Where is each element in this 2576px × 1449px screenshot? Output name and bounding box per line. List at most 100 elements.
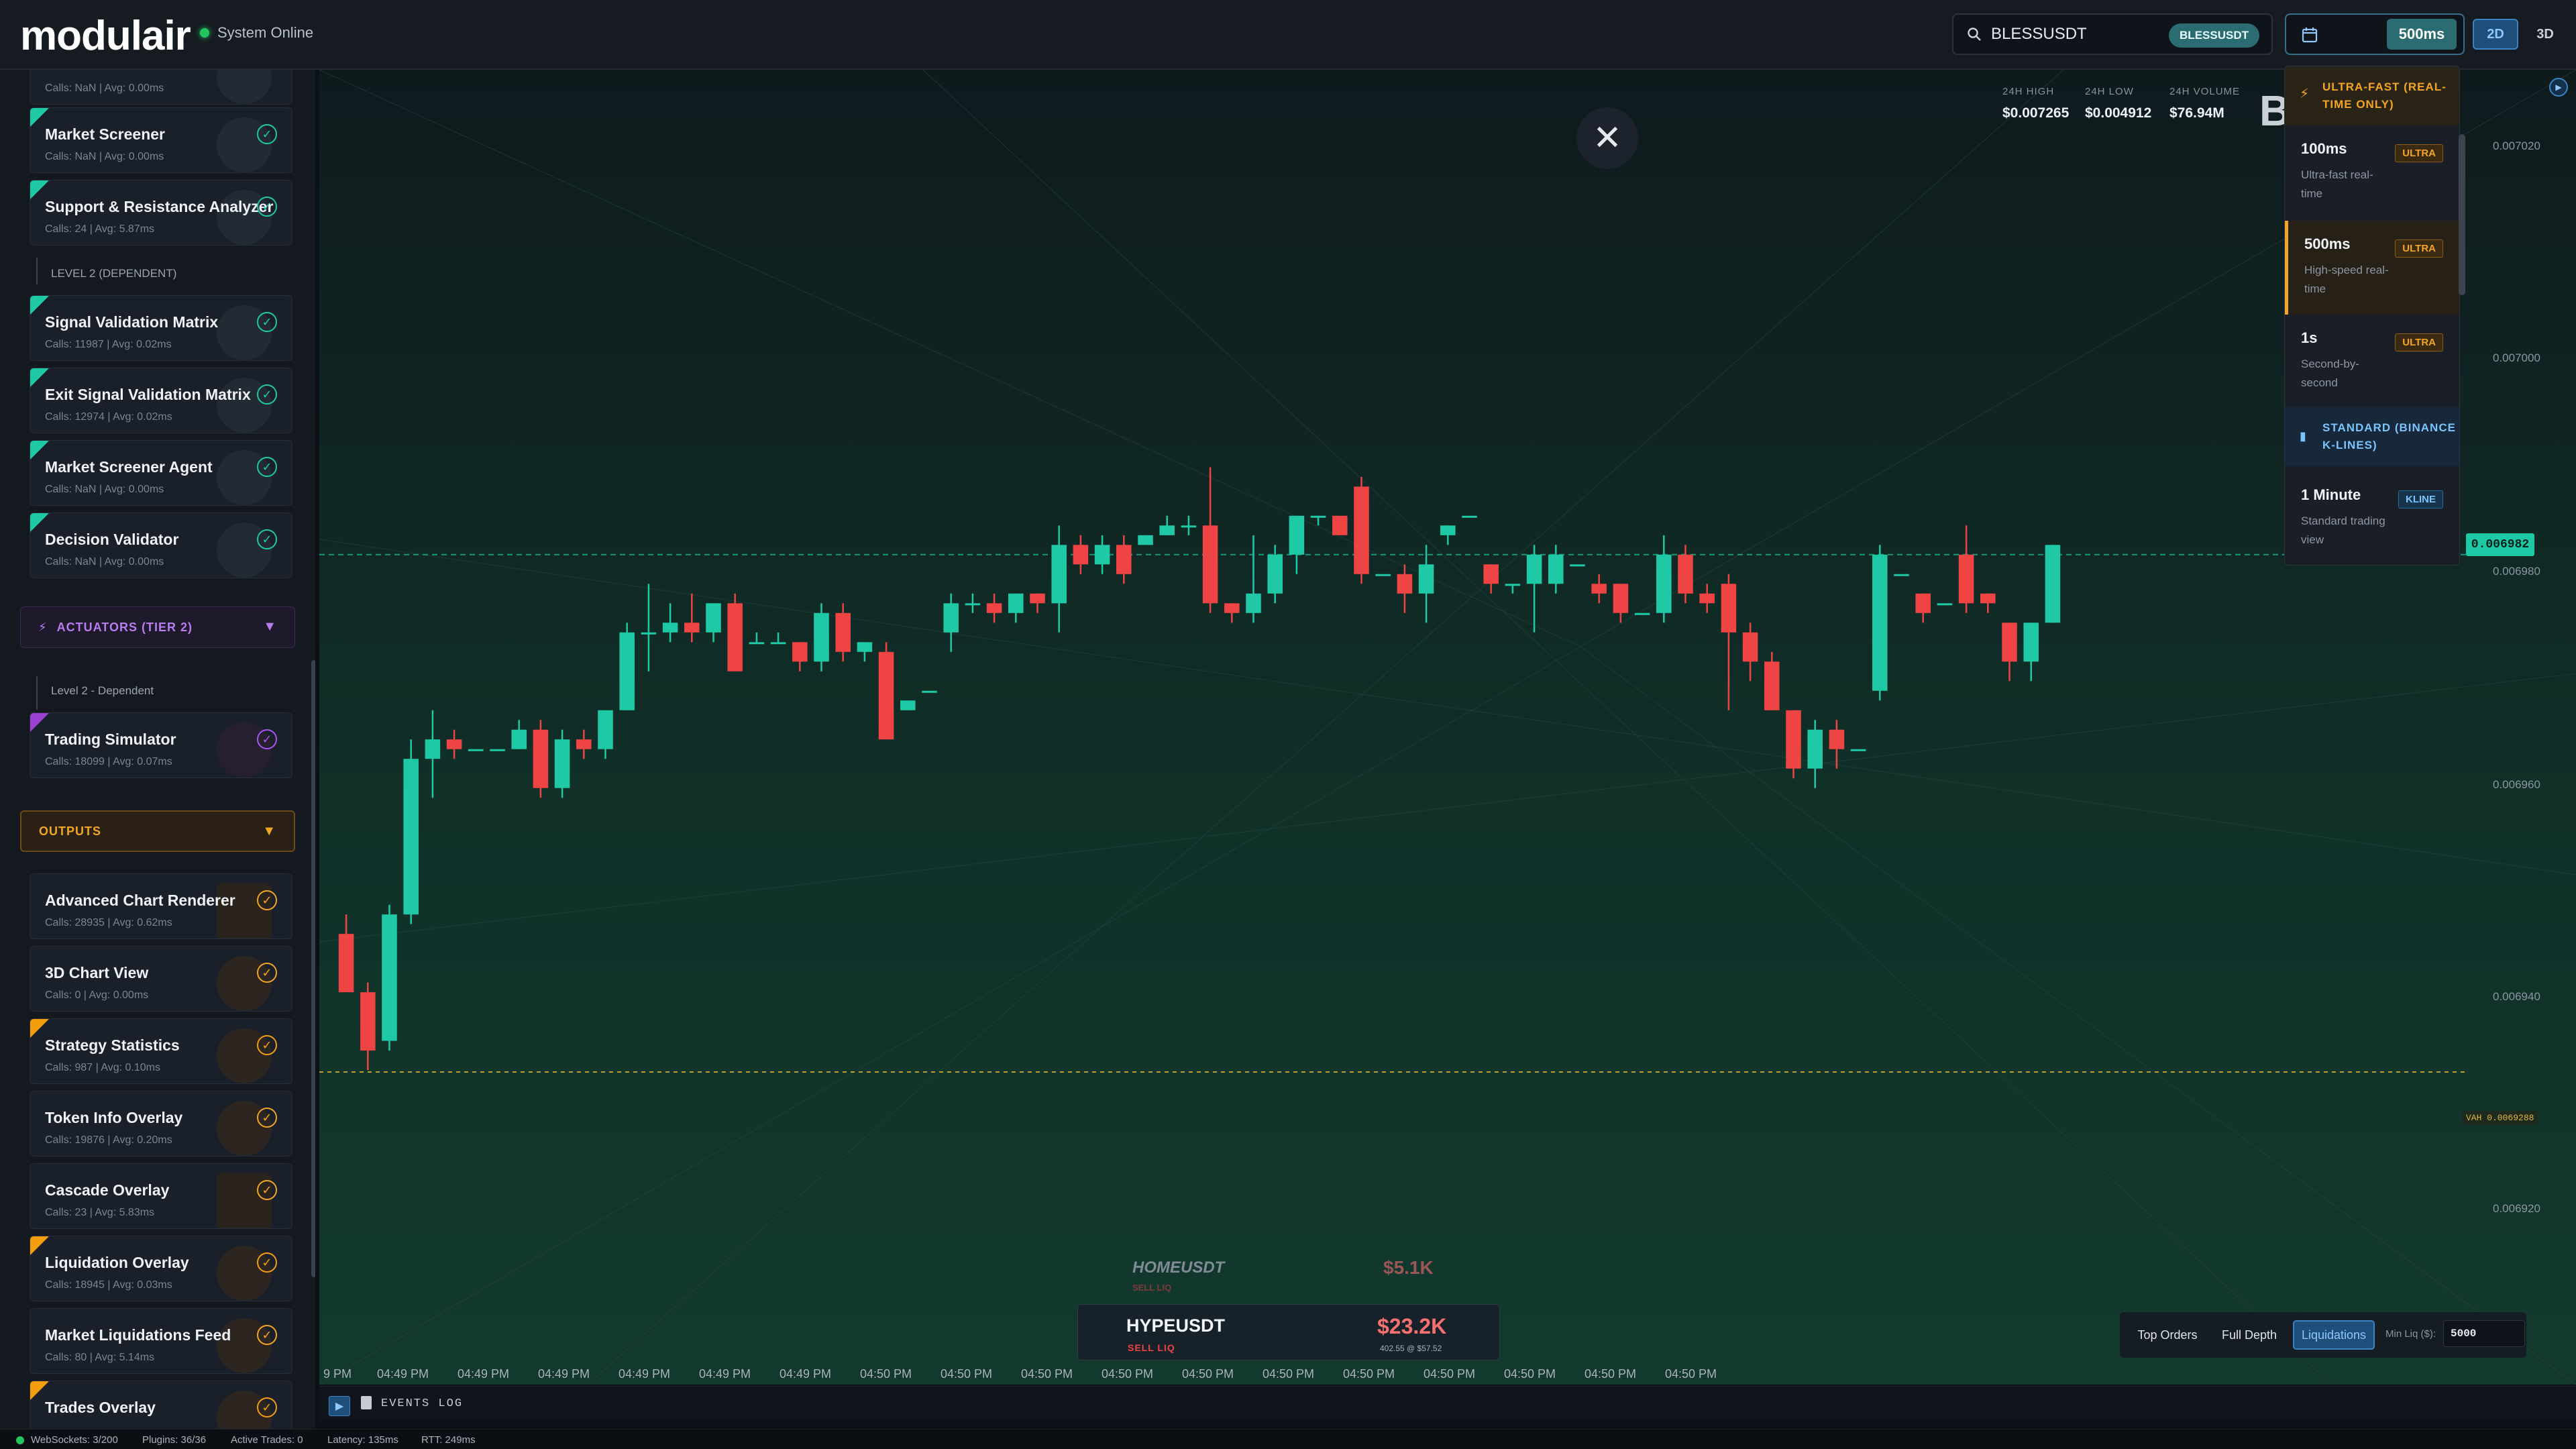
timeframe-option-500ms[interactable]: 500ms High-speed real-time ULTRA xyxy=(2285,221,2459,315)
check-icon[interactable]: ✓ xyxy=(257,890,277,910)
plugin-card[interactable]: Calls: NaN | Avg: 0.00ms xyxy=(30,70,292,105)
close-button[interactable]: ✕ xyxy=(1576,107,1638,169)
check-icon[interactable]: ✓ xyxy=(257,1325,277,1345)
plugin-card-signal-validation[interactable]: Signal Validation Matrix Calls: 11987 | … xyxy=(30,295,292,361)
plugin-card-title: 3D Chart View xyxy=(45,964,149,981)
plugin-card-market-screener-agent[interactable]: Market Screener Agent Calls: NaN | Avg: … xyxy=(30,440,292,506)
stat-label: 24H VOLUME xyxy=(2169,86,2241,97)
min-liq-input[interactable]: 5000 xyxy=(2443,1320,2525,1347)
level-label: LEVEL 2 (DEPENDENT) xyxy=(51,267,177,280)
events-log-bar[interactable]: ▶ EVENTS LOG xyxy=(319,1386,2576,1421)
chart-area[interactable]: ✕ xyxy=(319,70,2576,1385)
perspective-grid-line xyxy=(587,70,2064,1385)
timeframe-option-100ms[interactable]: 100ms Ultra-fast real-time ULTRA xyxy=(2285,125,2459,219)
option-tag: ULTRA xyxy=(2395,333,2443,352)
plugin-card-market-liquidations-feed[interactable]: Market Liquidations Feed Calls: 80 | Avg… xyxy=(30,1308,292,1374)
candle-body xyxy=(1742,632,1758,662)
candle-body xyxy=(706,603,721,633)
liquidation-card[interactable]: HYPEUSDT SELL LIQ $23.2K 402.55 @ $57.52 xyxy=(1077,1304,1500,1360)
candle-body xyxy=(338,934,354,993)
y-axis-tick: 0.006980 xyxy=(2493,565,2540,578)
plugin-card-meta: Calls: 18099 | Avg: 0.07ms xyxy=(45,756,172,767)
plugin-card-support-resistance[interactable]: Support & Resistance Analyzer Calls: 24 … xyxy=(30,180,292,246)
timeframe-option-1s[interactable]: 1s Second-by-second ULTRA xyxy=(2285,315,2459,409)
candle-body xyxy=(1591,584,1607,594)
plugin-card-3d-chart-view[interactable]: 3D Chart View Calls: 0 | Avg: 0.00ms ✓ xyxy=(30,946,292,1012)
tree-connector xyxy=(36,676,38,710)
check-icon[interactable]: ✓ xyxy=(257,729,277,749)
view-2d-button[interactable]: 2D xyxy=(2473,19,2518,50)
plugin-card-token-info-overlay[interactable]: Token Info Overlay Calls: 19876 | Avg: 0… xyxy=(30,1091,292,1157)
plugin-card-trading-simulator[interactable]: Trading Simulator Calls: 18099 | Avg: 0.… xyxy=(30,712,292,778)
plugin-card-meta: Calls: 18945 | Avg: 0.03ms xyxy=(45,1279,172,1291)
check-icon[interactable]: ✓ xyxy=(257,1108,277,1128)
candle-body xyxy=(360,992,376,1051)
timeframe-value-button[interactable]: 500ms xyxy=(2387,19,2457,50)
status-text: System Online xyxy=(217,24,314,41)
candle-body xyxy=(965,603,981,606)
plugin-card-cascade-overlay[interactable]: Cascade Overlay Calls: 23 | Avg: 5.83ms … xyxy=(30,1163,292,1229)
plugin-card-title: Signal Validation Matrix xyxy=(45,313,219,331)
plugin-card-title: Advanced Chart Renderer xyxy=(45,892,235,909)
top-orders-button[interactable]: Top Orders xyxy=(2128,1320,2207,1350)
app-logo[interactable]: modulair xyxy=(20,12,191,60)
check-icon[interactable]: ✓ xyxy=(257,1397,277,1417)
symbol-search[interactable]: BLESSUSDT xyxy=(1952,13,2273,55)
events-log-label[interactable]: EVENTS LOG xyxy=(381,1397,463,1410)
option-tag: ULTRA xyxy=(2395,144,2443,162)
check-icon[interactable]: ✓ xyxy=(257,1035,277,1055)
x-axis-tick: 04:50 PM xyxy=(1102,1367,1154,1381)
plugin-card-strategy-statistics[interactable]: Strategy Statistics Calls: 987 | Avg: 0.… xyxy=(30,1018,292,1084)
check-icon[interactable]: ✓ xyxy=(257,963,277,983)
candle-body xyxy=(792,642,808,662)
plugin-card-liquidation-overlay[interactable]: Liquidation Overlay Calls: 18945 | Avg: … xyxy=(30,1236,292,1301)
x-axis-tick: 04:49 PM xyxy=(699,1367,751,1381)
group-title: ULTRA-FAST (REAL-TIME ONLY) xyxy=(2322,80,2447,111)
candle-body xyxy=(835,612,851,652)
check-icon[interactable]: ✓ xyxy=(257,457,277,477)
sidebar-scrollbar[interactable] xyxy=(311,660,315,1277)
calendar-icon xyxy=(2302,28,2318,43)
actuators-section-toggle[interactable]: ⚡ ACTUATORS (TIER 2) ▼ xyxy=(20,606,295,648)
candle-body xyxy=(1289,515,1305,555)
dropdown-scrollbar[interactable] xyxy=(2459,134,2465,295)
check-icon[interactable]: ✓ xyxy=(257,529,277,549)
plugin-card-meta: Calls: 19876 | Avg: 0.20ms xyxy=(45,1134,172,1146)
candle-body xyxy=(425,739,441,759)
timeframe-selector[interactable]: 500ms xyxy=(2285,13,2465,55)
check-icon[interactable]: ✓ xyxy=(257,312,277,332)
check-icon[interactable]: ✓ xyxy=(257,1252,277,1273)
plugin-card-market-screener[interactable]: Market Screener Calls: NaN | Avg: 0.00ms… xyxy=(30,107,292,173)
plugin-card-title: Liquidation Overlay xyxy=(45,1254,189,1271)
plugin-card-advanced-chart-renderer[interactable]: Advanced Chart Renderer Calls: 28935 | A… xyxy=(30,873,292,939)
outputs-section-toggle[interactable]: OUTPUTS ▼ xyxy=(20,810,295,852)
candlestick-chart[interactable] xyxy=(319,70,2576,1385)
view-3d-button[interactable]: 3D xyxy=(2524,19,2567,50)
plugin-card-trades-overlay[interactable]: Trades Overlay ✓ xyxy=(30,1381,292,1429)
candle-body xyxy=(468,749,484,751)
check-icon[interactable]: ✓ xyxy=(257,124,277,144)
check-icon[interactable]: ✓ xyxy=(257,384,277,405)
chart-settings-icon[interactable]: ▶ xyxy=(2549,78,2568,97)
candle-body xyxy=(1094,545,1110,565)
x-axis-tick: 04:49 PM xyxy=(619,1367,671,1381)
bolt-icon: ⚡ xyxy=(38,620,48,634)
check-icon[interactable]: ✓ xyxy=(257,1180,277,1200)
timeframe-option-1-minute[interactable]: 1 Minute Standard trading view KLINE xyxy=(2285,472,2459,565)
full-depth-button[interactable]: Full Depth xyxy=(2210,1320,2289,1350)
y-axis-tick: 0.007000 xyxy=(2493,352,2540,364)
option-tag: ULTRA xyxy=(2395,239,2443,258)
plugin-sidebar[interactable]: Calls: NaN | Avg: 0.00ms Market Screener… xyxy=(0,70,315,1429)
liquidations-button[interactable]: Liquidations xyxy=(2293,1320,2375,1350)
candle-body xyxy=(922,690,937,693)
tier-corner-marker xyxy=(30,296,49,315)
check-icon[interactable]: ✓ xyxy=(257,197,277,217)
play-icon[interactable]: ▶ xyxy=(329,1396,350,1416)
plugin-card-exit-signal-validation[interactable]: Exit Signal Validation Matrix Calls: 129… xyxy=(30,368,292,433)
x-axis-tick: 9 PM xyxy=(323,1367,352,1381)
timeframe-dropdown[interactable]: ⚡ ULTRA-FAST (REAL-TIME ONLY) 100ms Ultr… xyxy=(2284,66,2460,566)
group-title: STANDARD (BINANCE K-LINES) xyxy=(2322,421,2456,451)
selected-symbol-badge[interactable]: BLESSUSDT xyxy=(2169,23,2259,48)
symbol-search-input[interactable] xyxy=(1991,25,2165,44)
plugin-card-decision-validator[interactable]: Decision Validator Calls: NaN | Avg: 0.0… xyxy=(30,513,292,578)
